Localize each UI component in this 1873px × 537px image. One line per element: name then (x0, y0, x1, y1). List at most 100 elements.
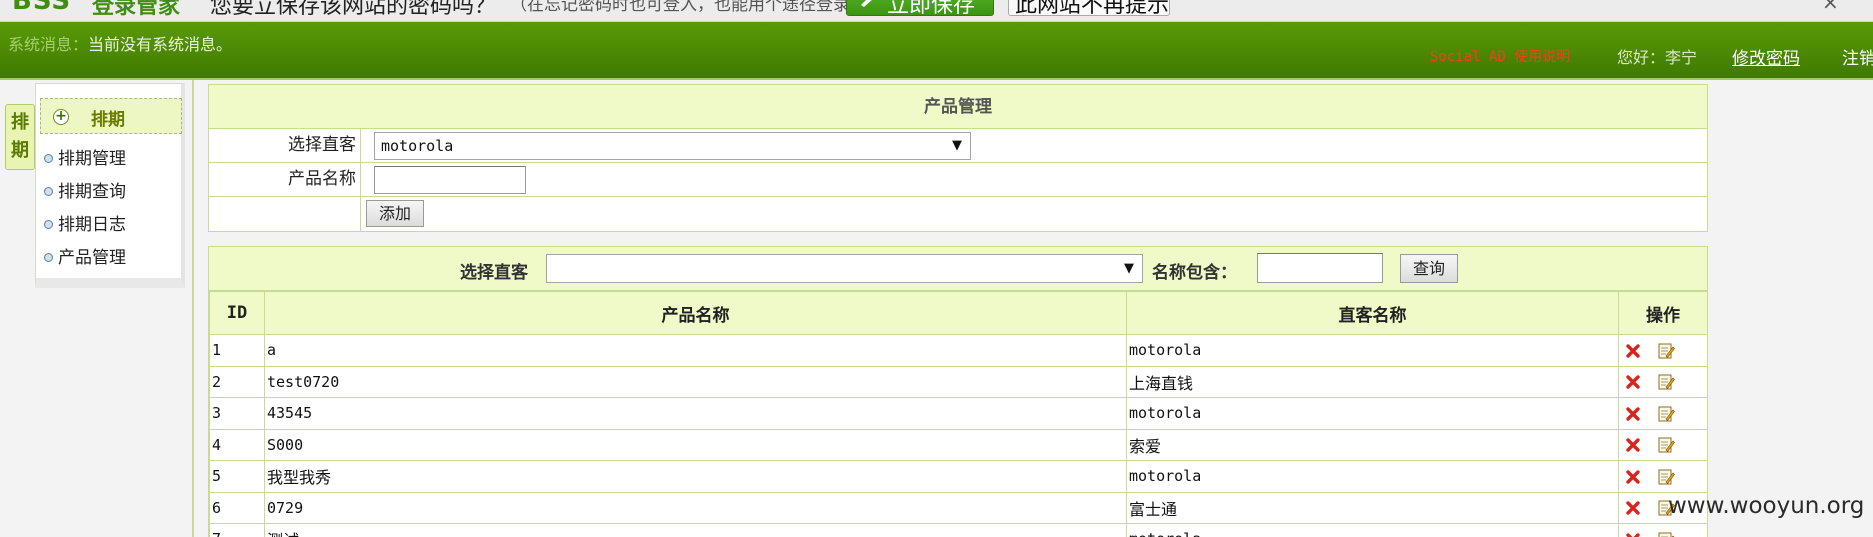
menu-group-header[interactable]: + 排期 (40, 98, 182, 134)
edit-icon[interactable] (1657, 468, 1675, 486)
product-name-input[interactable] (374, 166, 526, 194)
pen-icon (861, 0, 872, 7)
plus-circle-icon[interactable]: + (53, 109, 69, 125)
top-header: 系统消息：当前没有系统消息。 Social AD 使用说明 您好：李宁 修改密码… (0, 22, 1873, 80)
table-row: 1 a motorola (209, 334, 1708, 367)
edit-icon[interactable] (1657, 531, 1675, 537)
cell-actions (1618, 365, 1708, 398)
change-password-link[interactable]: 修改密码 (1732, 44, 1800, 69)
table-row: 2 test0720 上海直钱 (209, 365, 1708, 398)
cell-product-name: test0720 (264, 365, 1127, 398)
delete-icon[interactable] (1625, 437, 1641, 453)
cell-id: 7 (209, 523, 265, 537)
edit-icon[interactable] (1657, 405, 1675, 423)
save-password-note: （在忘记密码时也可登入，也能用个途径登录） (510, 0, 867, 15)
table-row: 5 我型我秀 motorola (209, 460, 1708, 493)
search-bar: 选择直客 ▼ 名称包含： 查询 (209, 247, 1707, 291)
dropdown-arrow-icon: ▼ (952, 138, 962, 153)
name-contains-input[interactable] (1257, 253, 1383, 283)
delete-icon[interactable] (1625, 343, 1641, 359)
sidebar-item-label: 排期查询 (58, 182, 126, 202)
watermark: www.wooyun.org (1668, 493, 1865, 519)
header-links: Social AD 使用说明 您好：李宁 修改密码 注销 (0, 44, 1873, 74)
sidebar-item-label: 排期管理 (58, 149, 126, 169)
cell-customer-name: 上海直钱 (1126, 365, 1619, 398)
product-list-panel: 选择直客 ▼ 名称包含： 查询 ID 产品名称 直客名称 操作 1 a motoro… (208, 246, 1708, 537)
table-row: 4 S000 索爱 (209, 428, 1708, 461)
cell-customer-name: 富士通 (1126, 491, 1619, 524)
bullet-icon (44, 220, 53, 229)
close-bar-icon[interactable]: × (1822, 0, 1839, 14)
edit-icon[interactable] (1657, 373, 1675, 391)
sidebar-tab-schedule[interactable]: 排期 (5, 104, 35, 170)
cell-actions (1618, 460, 1708, 493)
cell-product-name: S000 (264, 428, 1127, 461)
delete-icon[interactable] (1625, 500, 1641, 516)
cell-product-name: a (264, 334, 1127, 367)
cell-id: 5 (209, 460, 265, 493)
save-password-label: 立即保存 (887, 0, 976, 18)
edit-icon[interactable] (1657, 342, 1675, 360)
form-row-customer: 选择直客 motorola ▼ (209, 129, 1707, 163)
sidebar-item-schedule-manage[interactable]: 排期管理 (44, 144, 126, 169)
actions-spacer (209, 197, 361, 231)
delete-icon[interactable] (1625, 374, 1641, 390)
table-row: 3 43545 motorola (209, 397, 1708, 430)
customer-select[interactable]: motorola ▼ (374, 132, 971, 160)
cell-id: 2 (209, 365, 265, 398)
cell-id: 3 (209, 397, 265, 430)
bullet-icon (44, 253, 53, 262)
save-password-button[interactable]: 立即保存 (846, 0, 994, 18)
logout-link[interactable]: 注销 (1842, 44, 1873, 69)
content-divider (192, 80, 194, 537)
sidebar-menu: + 排期 排期管理 排期查询 排期日志 产品管理 (35, 83, 185, 288)
sidebar-item-schedule-log[interactable]: 排期日志 (44, 210, 126, 235)
sidebar-item-label: 产品管理 (58, 248, 126, 268)
cell-product-name: 我型我秀 (264, 460, 1127, 493)
sidebar-item-label: 排期日志 (58, 215, 126, 235)
cell-id: 6 (209, 491, 265, 524)
save-password-question: 您要立保存该网站的密码吗？ (210, 0, 497, 19)
name-contains-label: 名称包含： (1152, 263, 1237, 283)
add-button[interactable]: 添加 (366, 200, 424, 227)
form-row-product: 产品名称 (209, 163, 1707, 197)
cell-id: 1 (209, 334, 265, 367)
product-table: ID 产品名称 直客名称 操作 1 a motorola 2 test0720 上海直钱 3… (209, 291, 1708, 537)
customer-select-label: 选择直客 (209, 129, 361, 162)
sidebar-item-schedule-query[interactable]: 排期查询 (44, 177, 126, 202)
page-title: 产品管理 (209, 85, 1707, 129)
cell-customer-name: motorola (1126, 397, 1619, 430)
menu-group-title: 排期 (91, 110, 125, 130)
cell-product-name: 0729 (264, 491, 1127, 524)
sidebar-tab-label: 排期 (11, 112, 29, 161)
dropdown-arrow-icon: ▼ (1124, 261, 1134, 276)
edit-icon[interactable] (1657, 436, 1675, 454)
cell-actions (1618, 334, 1708, 367)
customer-select-value: motorola (381, 137, 454, 155)
cell-product-name: 43545 (264, 397, 1127, 430)
cell-id: 4 (209, 428, 265, 461)
column-header-actions: 操作 (1618, 291, 1708, 335)
cell-customer-name: motorola (1126, 460, 1619, 493)
table-header-row: ID 产品名称 直客名称 操作 (209, 291, 1708, 335)
bar-logo-subtitle: 登录管家 (92, 0, 181, 19)
query-button[interactable]: 查询 (1400, 254, 1458, 283)
cell-actions (1618, 397, 1708, 430)
table-row: 6 0729 富士通 (209, 491, 1708, 524)
search-customer-label: 选择直客 (460, 263, 528, 283)
search-customer-select[interactable]: ▼ (546, 254, 1143, 283)
help-link[interactable]: Social AD 使用说明 (1430, 46, 1570, 66)
column-header-product: 产品名称 (264, 291, 1127, 335)
never-remind-button[interactable]: 此网站不再提示 (1008, 0, 1170, 18)
column-header-customer: 直客名称 (1126, 291, 1619, 335)
sidebar-item-product-manage[interactable]: 产品管理 (44, 243, 126, 268)
cell-customer-name: motorola (1126, 523, 1619, 537)
form-row-actions: 添加 (209, 197, 1707, 231)
delete-icon[interactable] (1625, 532, 1641, 537)
bullet-icon (44, 154, 53, 163)
password-save-bar: BSS 登录管家 您要立保存该网站的密码吗？ （在忘记密码时也可登入，也能用个途… (0, 0, 1873, 22)
bullet-icon (44, 187, 53, 196)
cell-customer-name: motorola (1126, 334, 1619, 367)
delete-icon[interactable] (1625, 406, 1641, 422)
delete-icon[interactable] (1625, 469, 1641, 485)
